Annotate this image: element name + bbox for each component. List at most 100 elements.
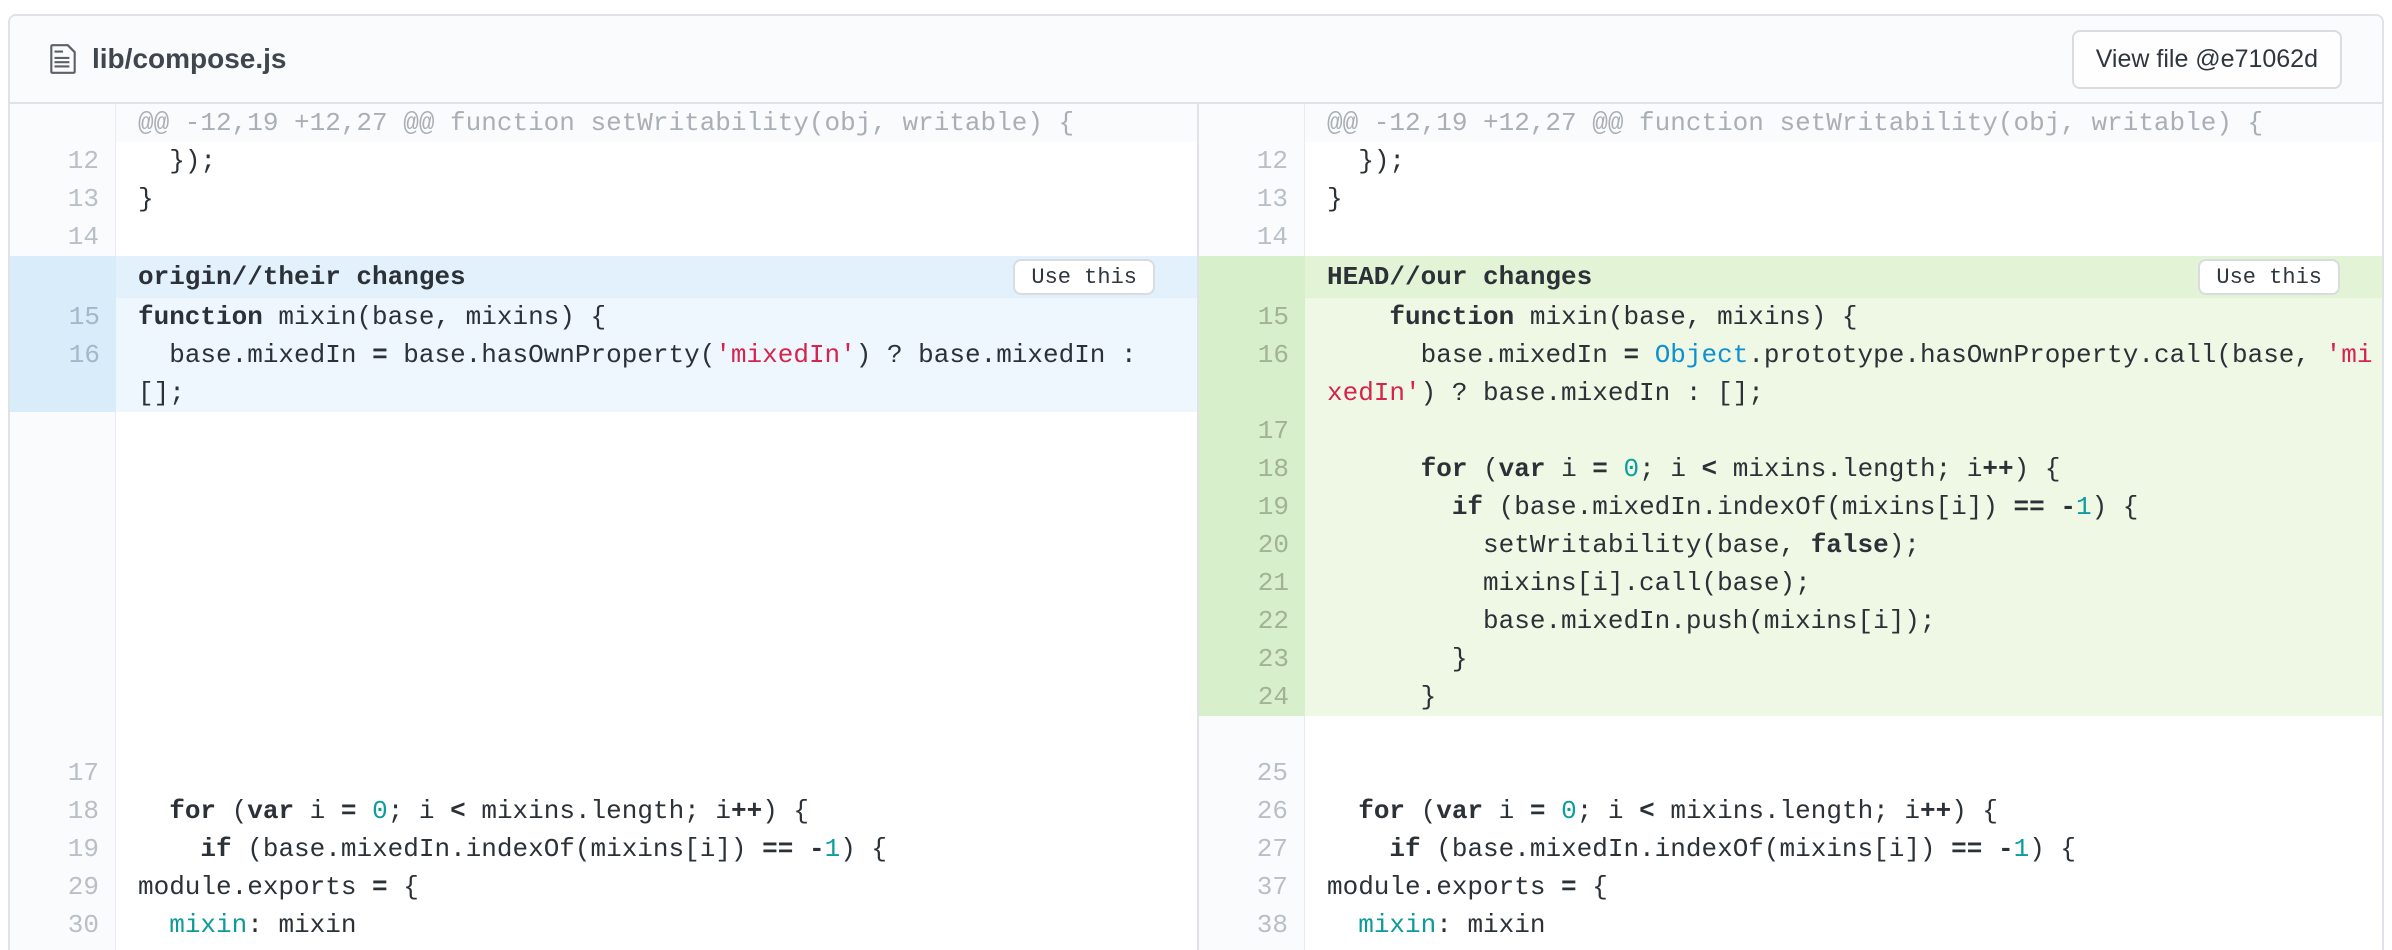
diff-panel-left: @@ -12,19 +12,27 @@ function setWritabil… [10,104,1197,950]
code-row: 18 for (var i = 0; i < mixins.length; i+… [1199,450,2382,488]
code-row: 17 [10,754,1197,792]
code-line: } [1305,678,2382,716]
diff-panel-right: @@ -12,19 +12,27 @@ function setWritabil… [1197,104,2382,950]
line-number: 14 [1199,218,1305,256]
code-row: 12 }); [10,142,1197,180]
code-row: 17 [1199,412,2382,450]
code-line: for (var i = 0; i < mixins.length; i++) … [1305,450,2382,488]
code-row: 24 } [1199,678,2382,716]
line-number: 14 [10,218,116,256]
conflict-block-green: HEAD//our changes Use this15 function mix… [1199,256,2382,716]
view-file-button[interactable]: View file @e71062d [2072,30,2342,89]
code-row: 38 mixin: mixin [1199,906,2382,944]
code-line [1305,412,2382,450]
code-row: 13} [10,180,1197,218]
code-row: 19 if (base.mixedIn.indexOf(mixins[i]) =… [1199,488,2382,526]
code-row: 15 function mixin(base, mixins) { [1199,298,2382,336]
code-line: @@ -12,19 +12,27 @@ function setWritabil… [1305,104,2382,142]
conflict-header-gutter [10,256,116,298]
code-line: for (var i = 0; i < mixins.length; i++) … [116,792,1197,830]
code-line: if (base.mixedIn.indexOf(mixins[i]) == -… [1305,488,2382,526]
line-number [10,104,116,142]
line-number: 38 [1199,906,1305,944]
line-number: 15 [10,298,116,336]
code-row: 37module.exports = { [1199,868,2382,906]
code-row: 30 mixin: mixin [10,906,1197,944]
conflict-header-gutter [1199,256,1305,298]
code-line: if (base.mixedIn.indexOf(mixins[i]) == -… [116,830,1197,868]
file-title: lib/compose.js [50,42,287,76]
line-number: 21 [1199,564,1305,602]
code-line: } [1305,640,2382,678]
use-this-button[interactable]: Use this [1013,259,1155,295]
hunk-header-row: @@ -12,19 +12,27 @@ function setWritabil… [10,104,1197,142]
line-number: 23 [1199,640,1305,678]
line-number: 19 [1199,488,1305,526]
code-line: }); [1305,142,2382,180]
code-line [116,754,1197,792]
code-line: mixins[i].call(base); [1305,564,2382,602]
line-number: 17 [1199,412,1305,450]
line-number: 16 [10,336,116,412]
line-number: 25 [1199,754,1305,792]
code-row: 31}; [10,944,1197,950]
line-number: 17 [10,754,116,792]
code-line: setWritability(base, false); [1305,526,2382,564]
code-line: for (var i = 0; i < mixins.length; i++) … [1305,792,2382,830]
code-line: } [1305,180,2382,218]
line-number: 29 [10,868,116,906]
code-row: 16 base.mixedIn = base.hasOwnProperty('m… [10,336,1197,412]
line-number: 20 [1199,526,1305,564]
code-line: @@ -12,19 +12,27 @@ function setWritabil… [116,104,1197,142]
line-number: 13 [10,180,116,218]
line-number [1199,104,1305,142]
code-line: }; [116,944,1197,950]
line-number: 15 [1199,298,1305,336]
code-line: base.mixedIn = Object.prototype.hasOwnPr… [1305,336,2382,412]
line-number: 13 [1199,180,1305,218]
conflict-block-blue: origin//their changesUse this15function … [10,256,1197,412]
code-row: 14 [10,218,1197,256]
line-number: 30 [10,906,116,944]
code-line: if (base.mixedIn.indexOf(mixins[i]) == -… [1305,830,2382,868]
code-row: 25 [1199,754,2382,792]
conflict-header-content: origin//their changes Use this [116,256,1197,298]
line-number: 18 [10,792,116,830]
code-row: 29module.exports = { [10,868,1197,906]
line-number: 27 [1199,830,1305,868]
line-number: 24 [1199,678,1305,716]
code-row: 16 base.mixedIn = Object.prototype.hasOw… [1199,336,2382,412]
hunk-header-row: @@ -12,19 +12,27 @@ function setWritabil… [1199,104,2382,142]
code-row: 18 for (var i = 0; i < mixins.length; i+… [10,792,1197,830]
line-number: 18 [1199,450,1305,488]
code-row: 13} [1199,180,2382,218]
code-row: 20 setWritability(base, false); [1199,526,2382,564]
use-this-button[interactable]: Use this [2198,259,2340,295]
conflict-header-content: HEAD//our changes Use this [1305,256,2382,298]
conflict-label: HEAD//our changes [1327,258,1592,296]
line-number: 12 [10,142,116,180]
file-diff-card: lib/compose.js View file @e71062d @@ -12… [8,14,2384,950]
line-number: 37 [1199,868,1305,906]
code-line: }; [1305,944,2382,950]
code-line [116,218,1197,256]
line-number: 31 [10,944,116,950]
code-line: module.exports = { [116,868,1197,906]
code-row: 12 }); [1199,142,2382,180]
file-name: lib/compose.js [92,43,287,75]
filler-gutter [1199,716,1305,754]
code-line: } [116,180,1197,218]
conflict-header: HEAD//our changes Use this [1199,256,2382,298]
code-row: 23 } [1199,640,2382,678]
split-diff: @@ -12,19 +12,27 @@ function setWritabil… [10,104,2382,950]
code-row: 27 if (base.mixedIn.indexOf(mixins[i]) =… [1199,830,2382,868]
code-line: }); [116,142,1197,180]
conflict-label: origin//their changes [138,258,466,296]
empty-filler [10,412,1197,754]
line-number: 19 [10,830,116,868]
code-row: 39}; [1199,944,2382,950]
code-row: 22 base.mixedIn.push(mixins[i]); [1199,602,2382,640]
code-row: 15function mixin(base, mixins) { [10,298,1197,336]
code-line: function mixin(base, mixins) { [116,298,1197,336]
filler-gutter [10,412,116,754]
